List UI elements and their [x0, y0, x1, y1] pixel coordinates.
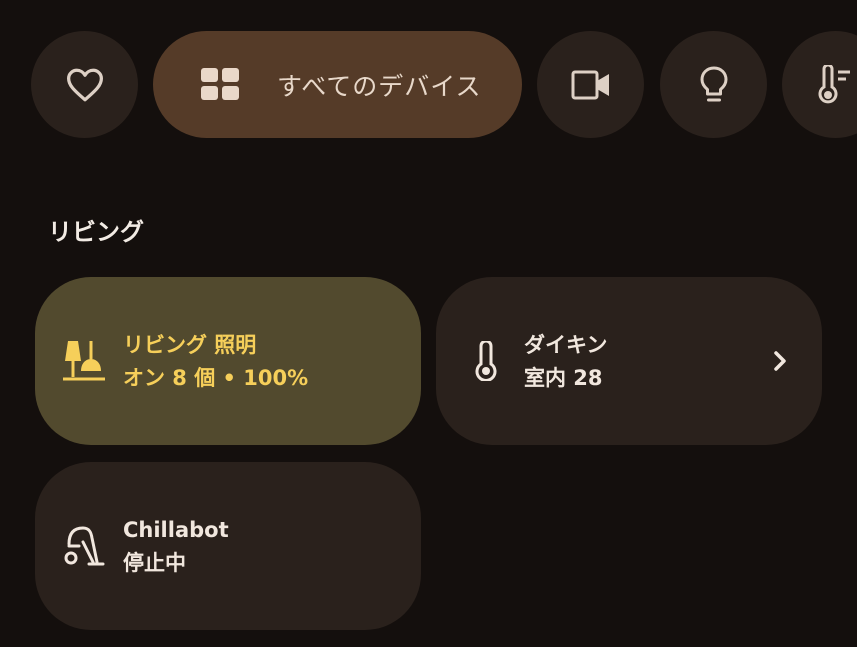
- device-tile-daikin[interactable]: ダイキン 室内 28: [436, 277, 822, 445]
- all-devices-filter-button[interactable]: すべてのデバイス: [153, 31, 522, 138]
- thermostat-icon: [816, 64, 856, 105]
- device-name: Chillabot: [123, 518, 229, 542]
- cameras-filter-button[interactable]: [537, 31, 644, 138]
- device-tile-text: ダイキン 室内 28: [524, 329, 762, 395]
- device-tile-chillabot[interactable]: Chillabot 停止中: [35, 462, 421, 630]
- heart-icon: [65, 67, 105, 103]
- device-tile-text: Chillabot 停止中: [123, 514, 361, 580]
- camera-icon: [571, 69, 611, 101]
- grid-icon: [201, 67, 241, 102]
- device-status: 室内 28: [524, 366, 603, 390]
- chevron-right-icon[interactable]: [768, 349, 792, 373]
- lamp-icon: [61, 339, 109, 383]
- device-tile-living-lights[interactable]: リビング 照明 オン 8 個 • 100%: [35, 277, 421, 445]
- device-status: オン 8 個 • 100%: [123, 366, 309, 390]
- lights-filter-button[interactable]: [660, 31, 767, 138]
- device-filter-row: すべてのデバイス: [0, 31, 857, 138]
- device-tile-text: リビング 照明 オン 8 個 • 100%: [123, 329, 361, 395]
- vacuum-icon: [61, 524, 109, 568]
- climate-filter-button[interactable]: [782, 31, 857, 138]
- section-title: リビング: [48, 218, 144, 246]
- device-name: ダイキン: [524, 333, 608, 357]
- thermometer-icon: [462, 339, 510, 383]
- favorites-filter-button[interactable]: [31, 31, 138, 138]
- device-name: リビング 照明: [123, 333, 257, 357]
- lightbulb-icon: [698, 65, 730, 105]
- device-status: 停止中: [123, 551, 186, 575]
- all-devices-label: すべてのデバイス: [277, 71, 482, 101]
